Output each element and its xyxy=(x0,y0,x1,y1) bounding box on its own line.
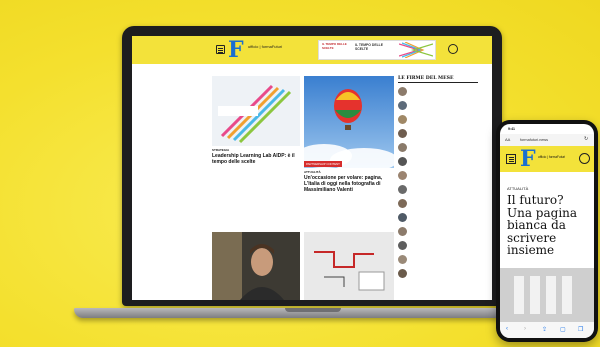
banner-left-text: IL TEMPO DELLE SCELTE xyxy=(322,42,347,50)
share-icon[interactable]: ⇪ xyxy=(542,326,547,333)
author-avatar xyxy=(398,171,407,180)
sidebar-item[interactable] xyxy=(398,240,482,252)
article-image xyxy=(212,76,300,146)
article-image-balloon xyxy=(304,76,394,168)
author-avatar xyxy=(398,157,407,166)
phone-screen: 9:41 AA formafuturi.news ↻ F ufficio | f… xyxy=(500,124,594,338)
phone-site-logo[interactable]: F xyxy=(520,148,536,170)
sidebar-item[interactable] xyxy=(398,128,482,140)
author-avatar xyxy=(398,269,407,278)
article-headline[interactable]: Un'occasione per volare: pagina, L'Itali… xyxy=(304,175,394,193)
sidebar-item[interactable] xyxy=(398,142,482,154)
article-card[interactable]: STRATEGIA Leadership Learning Lab AIDP: … xyxy=(212,76,300,226)
reload-icon[interactable]: ↻ xyxy=(584,136,588,142)
article-image-portrait xyxy=(212,232,300,300)
search-icon[interactable] xyxy=(579,153,590,164)
sidebar-item[interactable] xyxy=(398,114,482,126)
article-kicker: ATTUALITÀ xyxy=(304,170,321,174)
sidebar-item[interactable] xyxy=(398,226,482,238)
banner-middle-text: IL TEMPO DELLE SCELTE xyxy=(355,43,384,51)
author-avatar xyxy=(398,241,407,250)
article-kicker: STRATEGIA xyxy=(212,148,230,152)
reader-aa-button[interactable]: AA xyxy=(505,137,510,142)
back-icon[interactable]: ‹ xyxy=(506,326,508,332)
author-avatar xyxy=(398,213,407,222)
site-logo-text: ufficio | formaFuturi xyxy=(248,44,283,49)
sidebar-item[interactable] xyxy=(398,156,482,168)
sidebar-item[interactable] xyxy=(398,198,482,210)
site-header: F ufficio | formaFuturi IL TEMPO DELLE S… xyxy=(132,36,492,64)
author-avatar xyxy=(398,129,407,138)
hamburger-icon[interactable] xyxy=(216,45,225,54)
article-image-sketch xyxy=(304,232,394,300)
author-avatar xyxy=(398,115,407,124)
phone-url[interactable]: formafuturi.news xyxy=(520,138,548,142)
article-headline[interactable]: Leadership Learning Lab AIDP: è il tempo… xyxy=(212,153,300,165)
author-avatar xyxy=(398,87,407,96)
phone-article-headline[interactable]: Il futuro? Una pagina bianca da scrivere… xyxy=(507,194,591,257)
author-avatar xyxy=(398,143,407,152)
sidebar-item[interactable] xyxy=(398,170,482,182)
sidebar-title: LE FIRME DEL MESE xyxy=(398,76,478,83)
forward-icon[interactable]: › xyxy=(524,326,526,332)
sidebar-item[interactable] xyxy=(398,184,482,196)
phone-browser-toolbar: ‹ › ⇪ ▢ ❐ xyxy=(500,322,594,338)
sidebar-item[interactable] xyxy=(398,100,482,112)
author-avatar xyxy=(398,227,407,236)
search-icon[interactable] xyxy=(448,44,458,54)
sidebar-item[interactable] xyxy=(398,254,482,266)
phone-site-logo-text: ufficio | formaFuturi xyxy=(538,155,566,159)
sidebar-item[interactable] xyxy=(398,86,482,98)
laptop-screen: F ufficio | formaFuturi IL TEMPO DELLE S… xyxy=(132,36,492,300)
author-avatar xyxy=(398,255,407,264)
article-card[interactable] xyxy=(304,232,394,300)
author-avatar xyxy=(398,101,407,110)
header-ad-banner[interactable]: IL TEMPO DELLE SCELTE IL TEMPO DELLE SCE… xyxy=(318,40,436,60)
hamburger-icon[interactable] xyxy=(506,154,516,164)
article-card[interactable]: PARTNERSHIP CONTENT ATTUALITÀ Un'occasio… xyxy=(304,76,394,226)
sidebar-item[interactable] xyxy=(398,268,482,280)
status-time: 9:41 xyxy=(508,127,516,131)
phone-site-header: F ufficio | formaFuturi xyxy=(500,146,594,172)
book-icon[interactable]: ▢ xyxy=(560,326,566,333)
sidebar-item[interactable] xyxy=(398,212,482,224)
tabs-icon[interactable]: ❐ xyxy=(578,326,583,333)
author-avatar xyxy=(398,199,407,208)
phone-status-bar: 9:41 xyxy=(500,124,594,134)
author-avatar xyxy=(398,185,407,194)
site-logo[interactable]: F xyxy=(228,39,248,61)
phone-article-kicker: ATTUALITÀ xyxy=(507,186,529,191)
phone-url-bar[interactable]: AA formafuturi.news ↻ xyxy=(500,134,594,146)
article-card[interactable] xyxy=(212,232,300,300)
partnership-tag: PARTNERSHIP CONTENT xyxy=(304,161,342,167)
banner-stripes-graphic xyxy=(399,42,433,58)
phone-article-image xyxy=(500,268,594,322)
laptop-notch xyxy=(285,308,341,312)
